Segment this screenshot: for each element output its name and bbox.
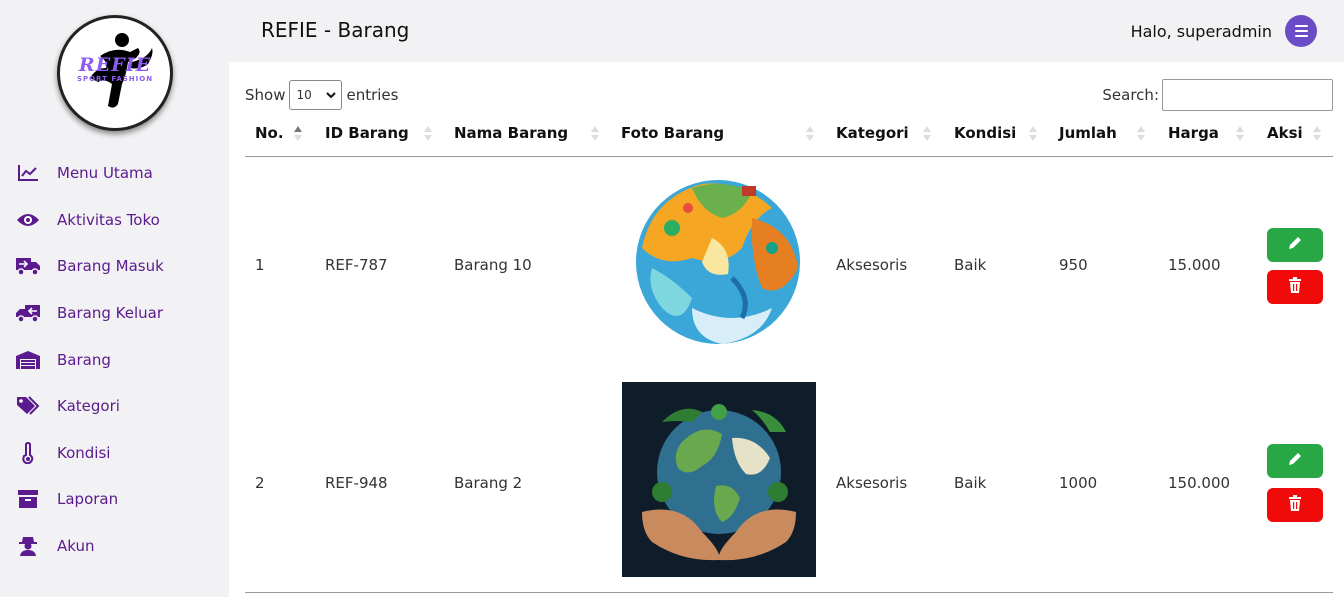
tags-icon — [15, 394, 41, 418]
column-header-kategori[interactable]: Kategori — [836, 124, 909, 142]
cell-kategori: Aksesoris — [836, 256, 908, 274]
sort-icon[interactable] — [1313, 126, 1321, 144]
main-content: Show 10 entries Search: No. ID Barang Na… — [229, 62, 1344, 597]
sidebar-item-aktivitas-toko[interactable]: Aktivitas Toko — [0, 200, 229, 240]
cell-nama-barang: Barang 2 — [454, 474, 523, 492]
cell-jumlah: 1000 — [1059, 474, 1098, 492]
sidebar-item-label: Aktivitas Toko — [57, 211, 160, 229]
cell-harga: 150.000 — [1168, 474, 1231, 492]
sort-icon[interactable] — [424, 126, 432, 144]
cell-kondisi: Baik — [954, 256, 987, 274]
truck-out-icon — [15, 301, 41, 325]
cell-no: 1 — [255, 256, 265, 274]
trash-icon — [1288, 277, 1302, 297]
column-header-foto-barang[interactable]: Foto Barang — [621, 124, 724, 142]
column-header-id-barang[interactable]: ID Barang — [325, 124, 409, 142]
cell-harga: 15.000 — [1168, 256, 1221, 274]
column-header-kondisi[interactable]: Kondisi — [954, 124, 1016, 142]
user-greeting: Halo, superadmin — [1130, 22, 1272, 41]
eye-icon — [15, 208, 41, 232]
warehouse-icon — [15, 348, 41, 372]
trash-icon — [1288, 495, 1302, 515]
product-photo — [622, 382, 816, 581]
chevron-down-icon — [326, 88, 337, 102]
table-header: No. ID Barang Nama Barang Foto Barang Ka… — [245, 116, 1333, 157]
sort-icon[interactable] — [591, 126, 599, 144]
delete-button[interactable] — [1267, 270, 1323, 304]
sidebar-item-laporan[interactable]: Laporan — [0, 479, 229, 519]
page-title: REFIE - Barang — [261, 18, 410, 42]
delete-button[interactable] — [1267, 488, 1323, 522]
logo-text: REFIE — [78, 54, 152, 76]
sidebar-item-label: Barang Masuk — [57, 257, 164, 275]
sort-icon[interactable] — [1029, 126, 1037, 144]
sidebar-item-akun[interactable]: Akun — [0, 526, 229, 566]
sidebar-item-label: Barang Keluar — [57, 304, 163, 322]
sidebar-item-label: Barang — [57, 351, 111, 369]
sidebar-item-barang-keluar[interactable]: Barang Keluar — [0, 293, 229, 333]
pencil-icon — [1287, 451, 1303, 471]
sort-icon[interactable] — [294, 126, 302, 144]
thermometer-icon — [15, 441, 41, 465]
sidebar-item-label: Kategori — [57, 397, 120, 415]
sort-icon[interactable] — [806, 126, 814, 144]
search-input[interactable] — [1162, 79, 1333, 111]
search-label: Search: — [1102, 86, 1159, 104]
entries-label: entries — [346, 86, 399, 104]
pencil-icon — [1287, 235, 1303, 255]
sidebar-item-label: Akun — [57, 537, 95, 555]
sidebar-item-menu-utama[interactable]: Menu Utama — [0, 153, 229, 193]
table-bottom-border — [245, 592, 1333, 593]
cell-jumlah: 950 — [1059, 256, 1088, 274]
sidebar-item-barang-masuk[interactable]: Barang Masuk — [0, 246, 229, 286]
cell-nama-barang: Barang 10 — [454, 256, 532, 274]
column-header-nama-barang[interactable]: Nama Barang — [454, 124, 568, 142]
edit-button[interactable] — [1267, 228, 1323, 262]
archive-icon — [15, 487, 41, 511]
column-header-aksi[interactable]: Aksi — [1267, 124, 1303, 142]
sort-icon[interactable] — [1236, 126, 1244, 144]
table-row: 2 REF-948 Barang 2 Aksesoris Baik 1000 1… — [245, 374, 1333, 592]
chart-line-icon — [15, 161, 41, 185]
show-label: Show — [245, 86, 286, 104]
logo-subtext: SPORT FASHION — [76, 75, 154, 83]
user-secret-icon — [15, 534, 41, 558]
cell-no: 2 — [255, 474, 265, 492]
entries-value: 10 — [296, 88, 312, 102]
cell-kondisi: Baik — [954, 474, 987, 492]
cell-id-barang: REF-948 — [325, 474, 388, 492]
sidebar-item-label: Laporan — [57, 490, 119, 508]
sidebar: REFIE SPORT FASHION Menu Utama Aktivitas… — [0, 0, 229, 597]
sort-icon[interactable] — [923, 126, 931, 144]
top-bar: REFIE - Barang Halo, superadmin — [229, 0, 1344, 62]
entries-length-control: Show 10 entries — [245, 80, 398, 110]
table-row: 1 REF-787 Barang 10 Aksesoris Baik 950 1… — [245, 158, 1333, 374]
search-control: Search: — [1102, 79, 1333, 111]
truck-in-icon — [15, 254, 41, 278]
sidebar-item-barang[interactable]: Barang — [0, 340, 229, 380]
column-header-no[interactable]: No. — [255, 124, 284, 142]
column-header-harga[interactable]: Harga — [1168, 124, 1219, 142]
sidebar-item-kategori[interactable]: Kategori — [0, 386, 229, 426]
sidebar-item-label: Kondisi — [57, 444, 111, 462]
edit-button[interactable] — [1267, 444, 1323, 478]
cell-kategori: Aksesoris — [836, 474, 908, 492]
sidebar-item-kondisi[interactable]: Kondisi — [0, 433, 229, 473]
product-photo — [632, 178, 804, 350]
sidebar-item-label: Menu Utama — [57, 164, 153, 182]
brand-logo[interactable]: REFIE SPORT FASHION — [57, 15, 173, 131]
column-header-jumlah[interactable]: Jumlah — [1059, 124, 1117, 142]
entries-select[interactable]: 10 — [289, 80, 343, 110]
hamburger-icon[interactable] — [1285, 15, 1317, 47]
cell-id-barang: REF-787 — [325, 256, 388, 274]
sort-icon[interactable] — [1137, 126, 1145, 144]
